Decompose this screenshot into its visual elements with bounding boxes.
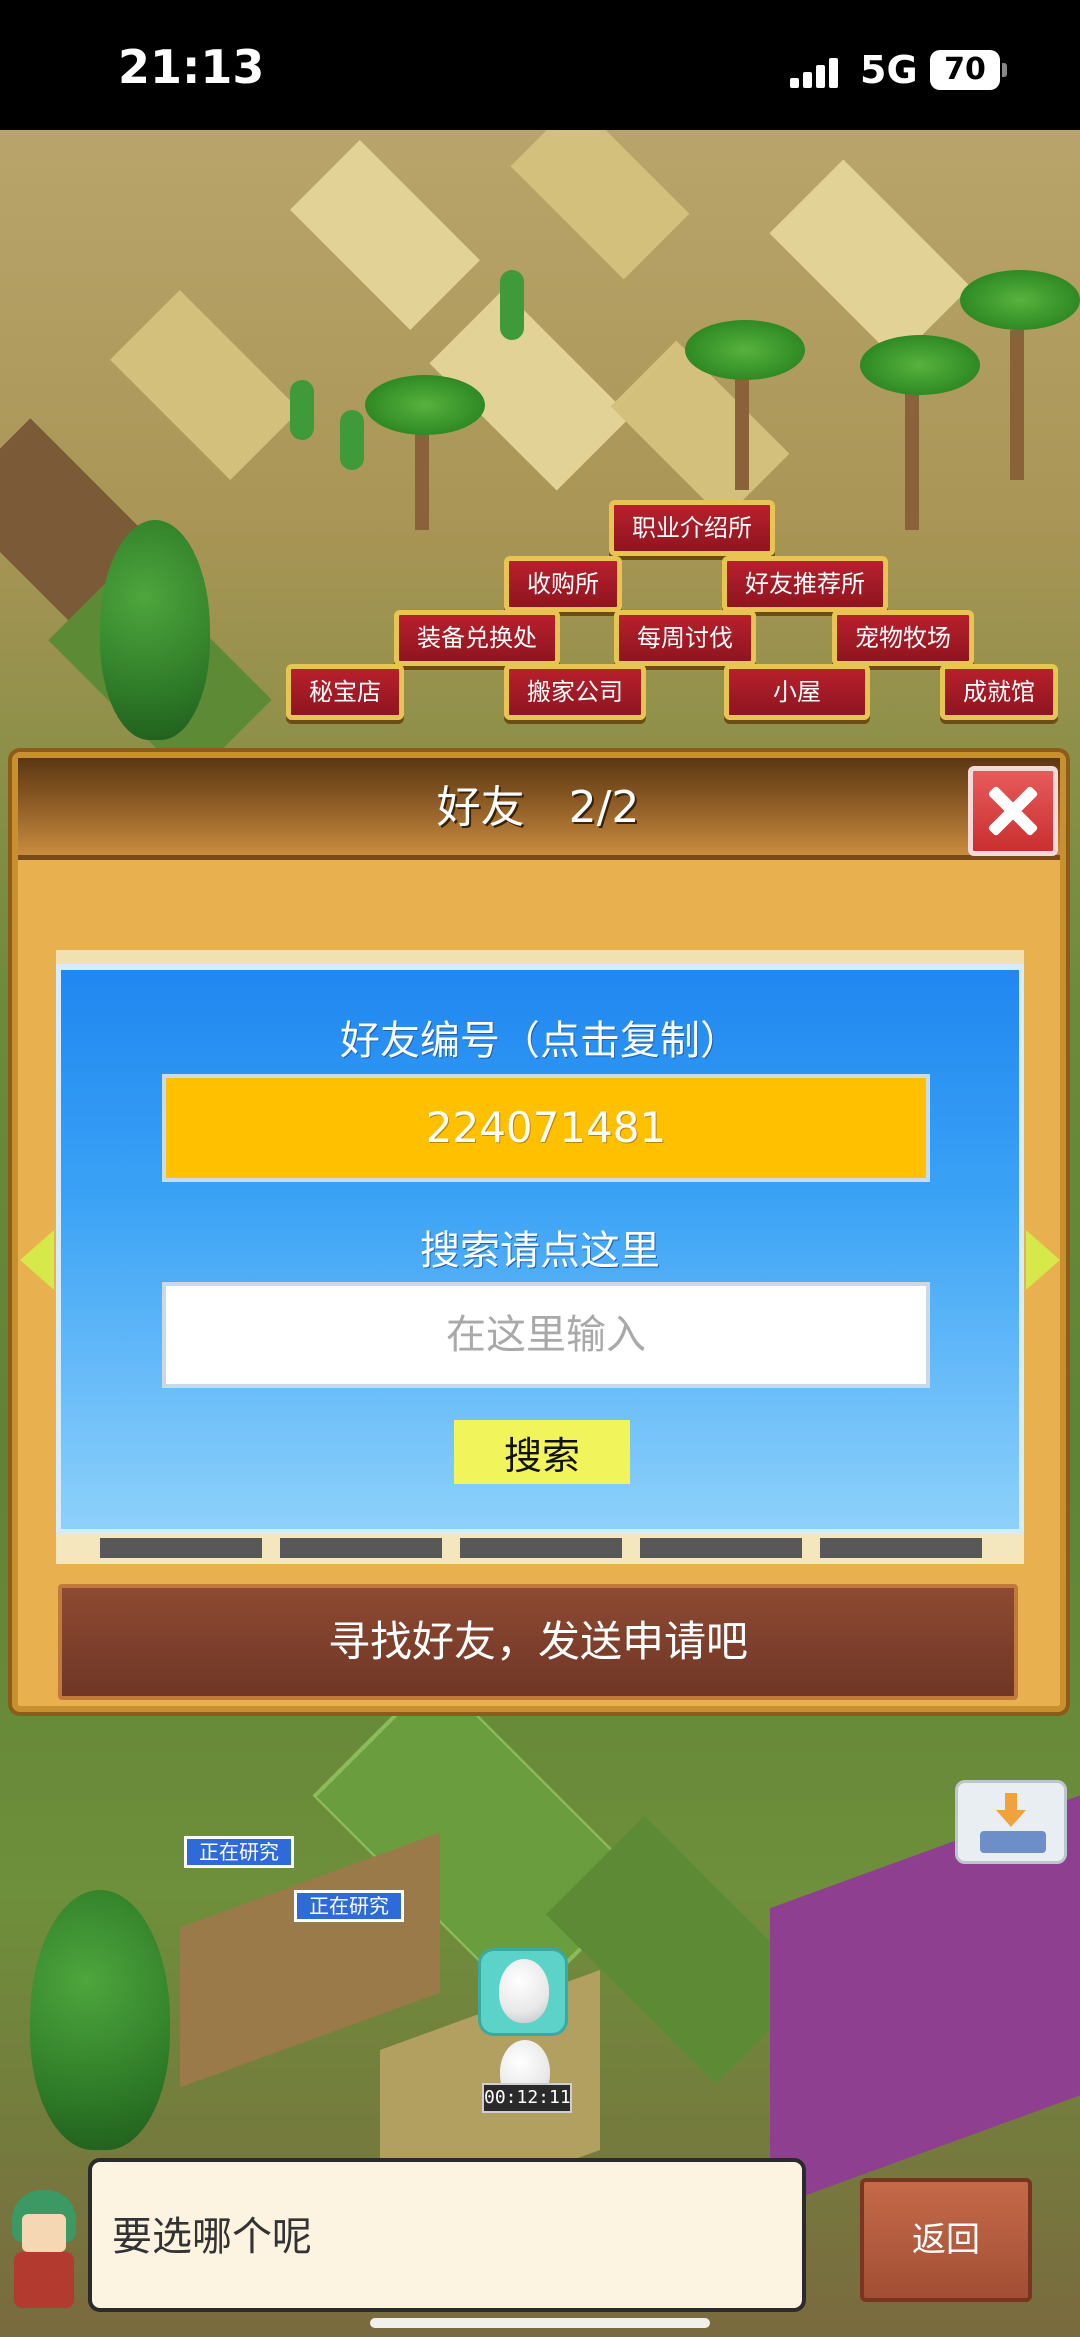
message-text: 要选哪个呢 [112, 2214, 312, 2260]
building-label-achievement-hall[interactable]: 成就馆 [940, 664, 1058, 720]
building-label-equipment-exchange[interactable]: 装备兑换处 [394, 610, 560, 666]
panel-tab[interactable] [280, 1538, 442, 1558]
friend-search-input[interactable] [162, 1282, 930, 1388]
panel-top-strip [56, 950, 1024, 964]
sand-tile [110, 290, 300, 480]
sand-tile [290, 140, 480, 330]
next-page-arrow-icon[interactable] [1026, 1230, 1060, 1290]
avatar-body [14, 2252, 74, 2308]
palm-trunk [1010, 330, 1024, 480]
find-friends-banner[interactable]: 寻找好友，发送申请吧 [58, 1584, 1018, 1700]
palm-tree [860, 335, 980, 395]
signal-icon [790, 56, 840, 88]
panel-tab[interactable] [820, 1538, 982, 1558]
egg-icon [499, 1959, 549, 2023]
palm-tree [365, 375, 485, 435]
prev-page-arrow-icon[interactable] [20, 1230, 54, 1290]
search-button[interactable]: 搜索 [454, 1420, 630, 1484]
sand-tile [769, 159, 971, 361]
status-bar: 21:13 5G 70 [0, 0, 1080, 130]
dialog-title: 好友 2/2 [436, 782, 640, 833]
status-time: 21:13 [118, 40, 265, 94]
palm-tree [960, 270, 1080, 330]
palm-tree [685, 320, 805, 380]
cactus [500, 270, 524, 340]
search-label: 搜索请点这里 [420, 1228, 660, 1274]
cactus [340, 410, 364, 470]
building-label-job-office[interactable]: 职业介绍所 [609, 500, 775, 556]
building-label-cabin[interactable]: 小屋 [724, 664, 870, 720]
cactus [290, 380, 314, 440]
battery-icon: 70 [930, 50, 1007, 90]
download-arrow-icon [996, 1793, 1026, 1827]
panel-tab[interactable] [460, 1538, 622, 1558]
home-indicator[interactable] [370, 2318, 710, 2328]
building-label-treasure-shop[interactable]: 秘宝店 [286, 664, 404, 720]
building-label-pet-ranch[interactable]: 宠物牧场 [832, 610, 974, 666]
building-label-purchase[interactable]: 收购所 [504, 556, 622, 612]
building-label-weekly-raid[interactable]: 每周讨伐 [614, 610, 756, 666]
sand-tile [510, 130, 690, 280]
close-button[interactable] [968, 766, 1058, 856]
friend-id-label: 好友编号（点击复制） [340, 1018, 740, 1064]
palm-trunk [415, 420, 429, 530]
palm-trunk [905, 390, 919, 530]
panel-tab[interactable] [640, 1538, 802, 1558]
palm-trunk [735, 370, 749, 490]
building-label-friend-recommend[interactable]: 好友推荐所 [722, 556, 888, 612]
panel-tab[interactable] [100, 1538, 262, 1558]
tree [100, 520, 210, 740]
egg-timer: 00:12:11 [482, 2083, 572, 2113]
friend-id-copy-button[interactable]: 224071481 [162, 1074, 930, 1182]
avatar-face [22, 2214, 66, 2252]
advisor-avatar [4, 2190, 84, 2310]
download-bed-button[interactable] [955, 1780, 1067, 1864]
battery-level: 70 [944, 52, 986, 87]
tree [30, 1890, 170, 2150]
bed-icon [980, 1831, 1046, 1853]
egg-ready-bubble[interactable] [478, 1948, 568, 2036]
research-status-tag: 正在研究 [184, 1836, 294, 1868]
back-button[interactable]: 返回 [860, 2178, 1032, 2302]
building-label-moving-company[interactable]: 搬家公司 [504, 664, 646, 720]
network-type: 5G [860, 48, 918, 92]
research-status-tag: 正在研究 [294, 1890, 404, 1922]
